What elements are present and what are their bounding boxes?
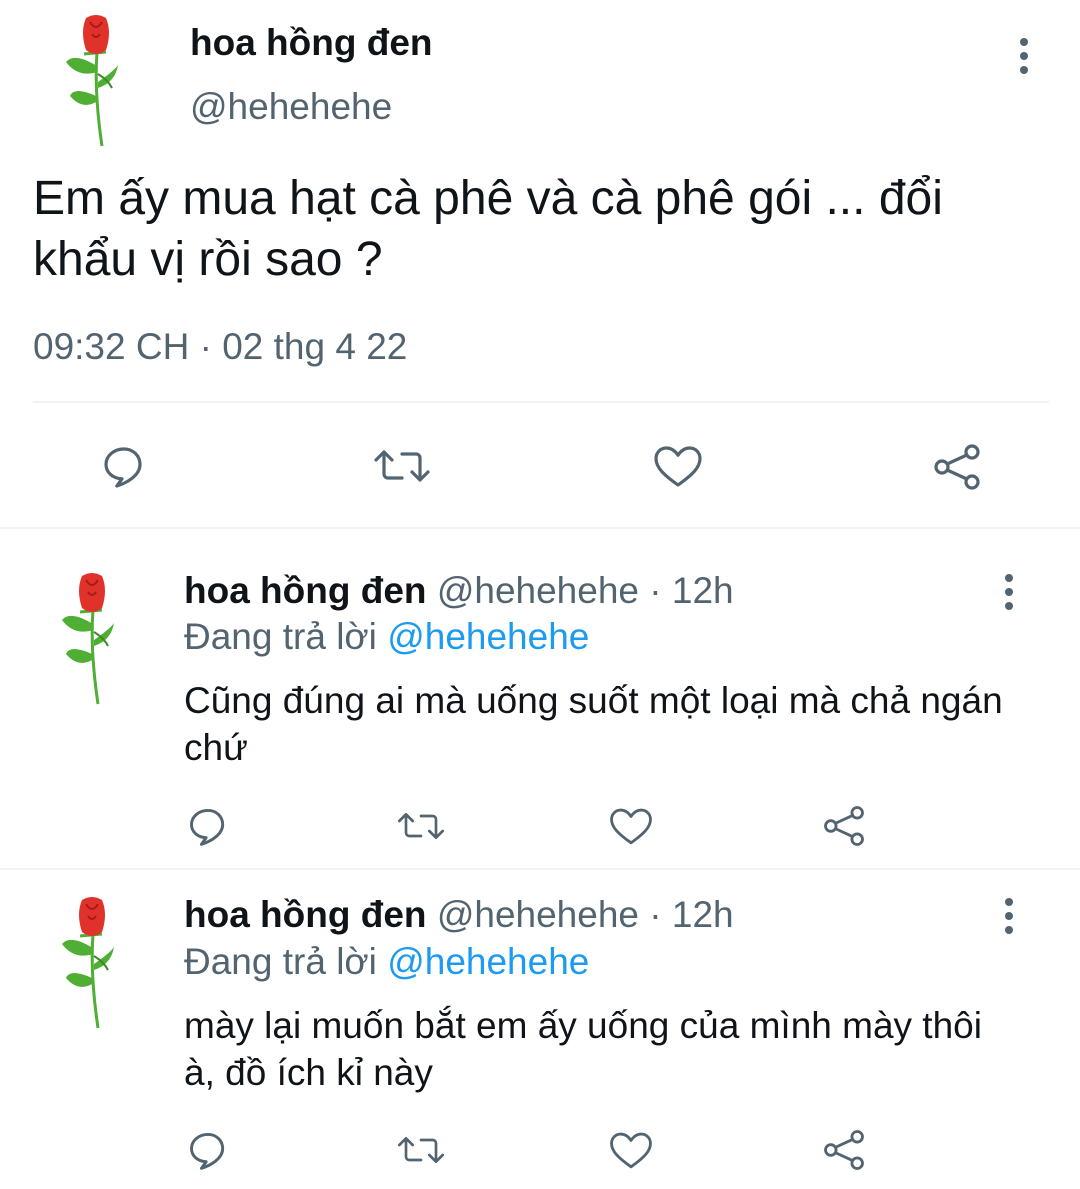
author-handle[interactable]: @hehehehe (437, 570, 639, 611)
share-button[interactable] (822, 1128, 866, 1172)
replying-to-link[interactable]: @hehehehe (387, 616, 589, 657)
retweet-icon (398, 1137, 444, 1163)
retweet-button[interactable] (396, 1130, 446, 1170)
reply-time[interactable]: 12h (672, 894, 734, 935)
share-icon (934, 444, 980, 490)
reply-text: mày lại muốn bắt em ấy uống của mình mày… (184, 1005, 982, 1093)
retweet-button[interactable] (396, 806, 446, 846)
reply-header: hoa hồng đen @hehehehe · 12h (184, 892, 734, 938)
avatar[interactable] (58, 894, 118, 1035)
retweet-button[interactable] (372, 442, 432, 490)
like-icon (610, 1132, 652, 1169)
replying-to-label: Đang trả lời (184, 941, 377, 982)
reply-icon (190, 1132, 225, 1170)
reply-icon (104, 447, 142, 488)
like-button[interactable] (608, 1128, 654, 1172)
replying-to: Đang trả lời @hehehehe (184, 614, 589, 660)
like-icon (610, 808, 652, 845)
retweet-icon (398, 813, 444, 839)
replying-to-link[interactable]: @hehehehe (387, 941, 589, 982)
share-icon (824, 806, 864, 846)
more-vertical-icon[interactable] (1018, 36, 1030, 76)
reply-button[interactable] (100, 442, 148, 490)
more-vertical-icon[interactable] (1003, 896, 1015, 936)
author-handle[interactable]: @hehehehe (437, 894, 639, 935)
reply-icon (190, 808, 225, 846)
separator-dot: · (639, 894, 672, 935)
share-button[interactable] (822, 804, 866, 848)
avatar[interactable] (58, 570, 118, 711)
author-name[interactable]: hoa hồng đen (190, 20, 433, 66)
like-icon (654, 446, 702, 487)
like-button[interactable] (608, 804, 654, 848)
tweet-text: Em ấy mua hạt cà phê và cà phê gói ... đ… (33, 172, 943, 286)
reply-button[interactable] (186, 1128, 230, 1172)
divider (33, 401, 1049, 403)
avatar[interactable] (62, 12, 122, 153)
rose-icon (62, 897, 114, 1029)
retweet-icon (374, 450, 430, 482)
divider (0, 868, 1080, 870)
reply-time[interactable]: 12h (672, 570, 734, 611)
like-button[interactable] (652, 442, 704, 490)
share-icon (824, 1130, 864, 1170)
author-handle[interactable]: @hehehehe (190, 84, 392, 130)
reply-button[interactable] (186, 804, 230, 848)
tweet-timestamp[interactable]: 09:32 CH · 02 thg 4 22 (33, 324, 407, 370)
author-name[interactable]: hoa hồng đen (184, 894, 427, 935)
author-name[interactable]: hoa hồng đen (184, 570, 427, 611)
reply-text: Cũng đúng ai mà uống suốt một loại mà ch… (184, 680, 1003, 768)
share-button[interactable] (932, 442, 982, 492)
replying-to: Đang trả lời @hehehehe (184, 939, 589, 985)
reply-header: hoa hồng đen @hehehehe · 12h (184, 568, 734, 614)
rose-icon (66, 15, 118, 147)
rose-icon (62, 573, 114, 705)
more-vertical-icon[interactable] (1003, 572, 1015, 612)
divider (0, 527, 1080, 529)
replying-to-label: Đang trả lời (184, 616, 377, 657)
separator-dot: · (639, 570, 672, 611)
